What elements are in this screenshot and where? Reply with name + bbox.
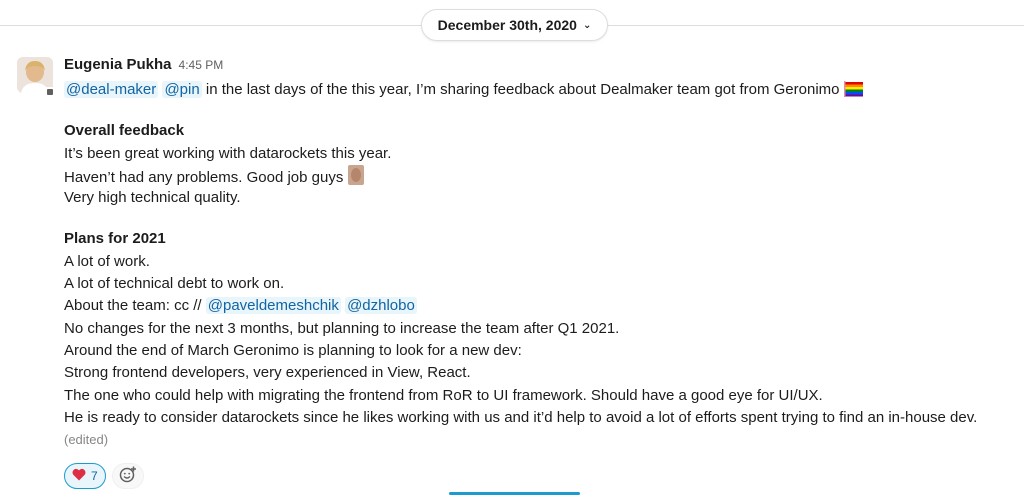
mention-deal-maker[interactable]: @deal-maker <box>64 81 159 98</box>
reactions-bar: 7 <box>64 463 144 489</box>
date-divider-button[interactable]: December 30th, 2020 ⌄ <box>421 9 608 41</box>
add-emoji-icon <box>119 465 137 488</box>
plans-line-4: No changes for the next 3 months, but pl… <box>64 319 620 337</box>
message-header: Eugenia Pukha 4:45 PM <box>64 56 223 73</box>
intro-line: @deal-maker @pin in the last days of the… <box>64 79 1014 101</box>
reaction-count: 7 <box>91 469 98 483</box>
message-timestamp[interactable]: 4:45 PM <box>179 58 224 72</box>
plans-line-5: Around the end of March Geronimo is plan… <box>64 341 522 359</box>
intro-text: in the last days of the this year, I’m s… <box>201 81 844 98</box>
plans-line-1: A lot of work. <box>64 252 150 270</box>
team-prefix: About the team: cc // <box>64 297 206 315</box>
date-divider-label: December 30th, 2020 <box>437 17 577 33</box>
plans-line-2: A lot of technical debt to work on. <box>64 275 285 293</box>
add-reaction-button[interactable] <box>111 463 144 489</box>
overall-line-1: It’s been great working with datarockets… <box>64 144 392 162</box>
reaction-heart[interactable]: 7 <box>64 463 106 489</box>
custom-emoji-icon <box>347 164 364 192</box>
plans-team-line: About the team: cc // @paveldemeshchik @… <box>64 295 1014 317</box>
edited-label: (edited) <box>64 432 109 448</box>
heart-icon <box>72 468 86 484</box>
mention-pin[interactable]: @pin <box>162 81 202 98</box>
rainbow-flag-emoji-icon <box>843 80 864 104</box>
message-body: @deal-maker @pin in the last days of the… <box>64 79 1014 451</box>
overall-line-2-text: Haven’t had any problems. Good job guys <box>64 168 348 186</box>
author-name[interactable]: Eugenia Pukha <box>64 56 172 73</box>
plans-line-7: The one who could help with migrating th… <box>64 386 823 404</box>
overall-line-3: Very high technical quality. <box>64 189 241 207</box>
mention-dzhlobo[interactable]: @dzhlobo <box>345 297 417 315</box>
section-heading-overall: Overall feedback <box>64 122 185 140</box>
plans-line-8-text: He is ready to consider datarockets sinc… <box>64 408 978 426</box>
chevron-down-icon: ⌄ <box>582 20 592 31</box>
plans-line-6: Strong frontend developers, very experie… <box>64 364 471 382</box>
plans-line-8: He is ready to consider datarockets sinc… <box>64 407 1014 452</box>
presence-status-icon <box>45 87 55 97</box>
section-heading-plans: Plans for 2021 <box>64 230 166 248</box>
mention-paveldemeshchik[interactable]: @paveldemeshchik <box>205 297 341 315</box>
overall-line-2: Haven’t had any problems. Good job guys <box>64 164 1014 187</box>
